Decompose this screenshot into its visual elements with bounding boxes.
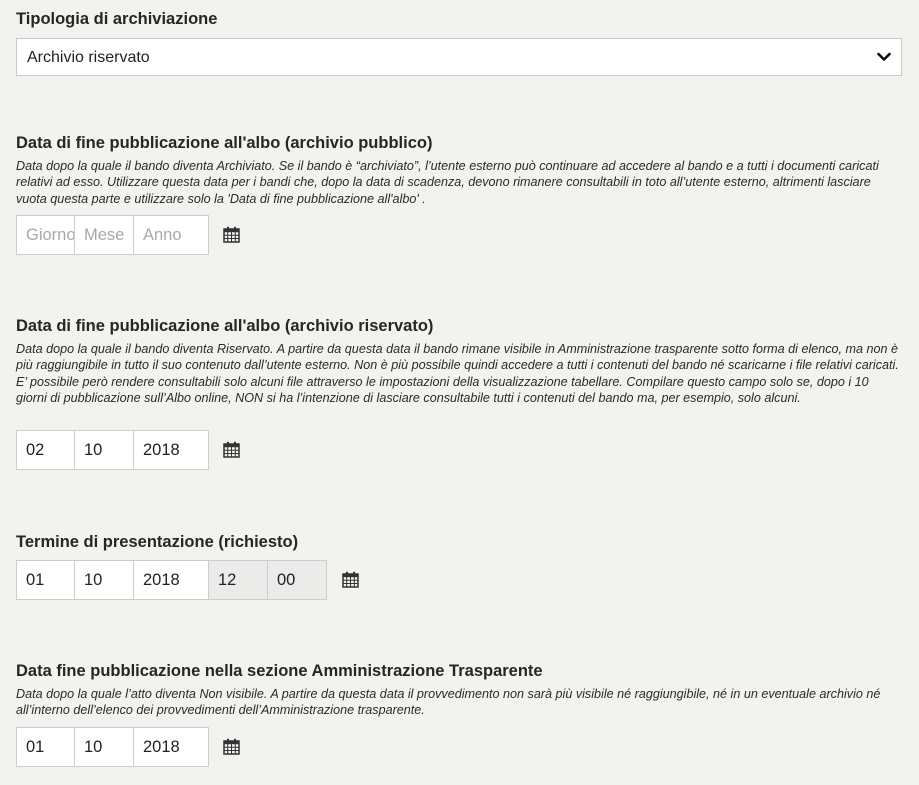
calendar-icon[interactable] [223, 226, 240, 243]
albo-pubblico-year-input[interactable] [133, 215, 209, 255]
calendar-icon[interactable] [223, 738, 240, 755]
trasparente-month-input[interactable] [74, 727, 134, 767]
albo-riservato-month-input[interactable] [74, 430, 134, 470]
albo-riservato-year-input[interactable] [133, 430, 209, 470]
termine-month-input[interactable] [74, 560, 134, 600]
archiviazione-label: Tipologia di archiviazione [16, 10, 218, 28]
termine-hour-input[interactable] [208, 560, 268, 600]
termine-label: Termine di presentazione (richiesto) [16, 533, 299, 551]
calendar-icon[interactable] [342, 571, 359, 588]
albo-riservato-description: Data dopo la quale il bando diventa Rise… [16, 342, 899, 405]
albo-pubblico-month-input[interactable] [74, 215, 134, 255]
albo-pubblico-label: Data di fine pubblicazione all'albo (arc… [16, 134, 433, 152]
trasparente-year-input[interactable] [133, 727, 209, 767]
albo-riservato-label: Data di fine pubblicazione all'albo (arc… [16, 317, 434, 335]
termine-day-input[interactable] [16, 560, 75, 600]
termine-year-input[interactable] [133, 560, 209, 600]
albo-riservato-day-input[interactable] [16, 430, 75, 470]
termine-minute-input[interactable] [267, 560, 327, 600]
calendar-icon[interactable] [223, 441, 240, 458]
trasparente-label: Data fine pubblicazione nella sezione Am… [16, 662, 543, 680]
archiviazione-select[interactable]: Archivio riservato [16, 38, 902, 76]
trasparente-day-input[interactable] [16, 727, 75, 767]
albo-pubblico-day-input[interactable] [16, 215, 75, 255]
trasparente-description: Data dopo la quale l’atto diventa Non vi… [16, 687, 881, 718]
archiviazione-selected-value: Archivio riservato [27, 49, 150, 66]
chevron-down-icon [877, 52, 891, 61]
albo-pubblico-description: Data dopo la quale il bando diventa Arch… [16, 159, 879, 206]
